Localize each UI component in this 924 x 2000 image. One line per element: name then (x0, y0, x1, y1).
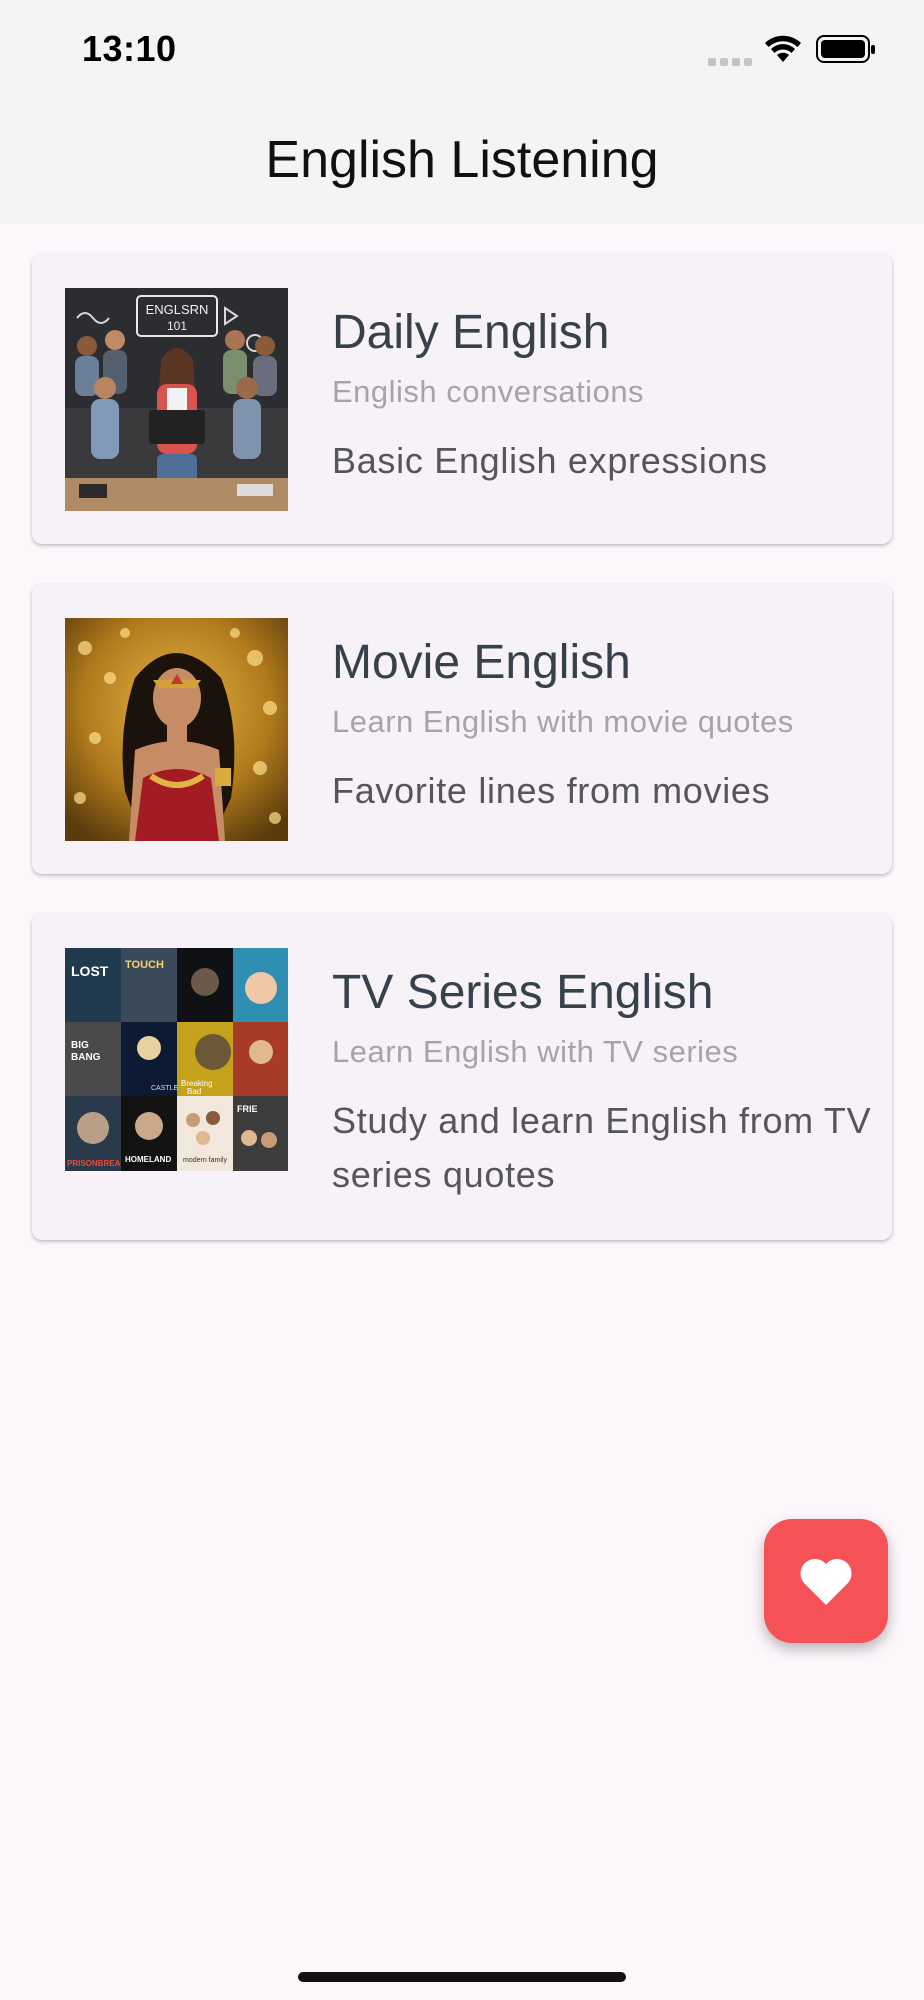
svg-text:FRIE: FRIE (237, 1104, 258, 1114)
status-bar: 13:10 (0, 0, 924, 100)
battery-icon (816, 35, 875, 63)
svg-text:Bad: Bad (187, 1087, 201, 1096)
card-title: Movie English (332, 636, 631, 689)
svg-text:PRISONBREAK: PRISONBREAK (67, 1159, 126, 1168)
card-subtitle: English conversations (332, 374, 645, 409)
heart-icon (800, 1558, 852, 1605)
svg-text:BANG: BANG (71, 1052, 101, 1063)
card-description: Basic English expressions (332, 440, 768, 481)
svg-text:101: 101 (167, 319, 187, 333)
category-card-tv-series-english[interactable]: LOST TOUCH BIG BANG Breaking Bad CASTLE (32, 914, 892, 1240)
svg-text:TOUCH: TOUCH (125, 959, 164, 971)
movie-heroine-image (65, 618, 288, 841)
app-bar: English Listening (0, 100, 924, 224)
card-subtitle: Learn English with movie quotes (332, 704, 794, 739)
category-list: ENGLSRN 101 Daily English English conver… (0, 224, 924, 2000)
card-subtitle: Learn English with TV series (332, 1034, 739, 1069)
card-text: TV Series English Learn English with TV … (332, 964, 872, 1202)
svg-text:CASTLE: CASTLE (151, 1085, 179, 1092)
wifi-icon (765, 35, 801, 62)
card-text: Daily English English conversations Basi… (332, 304, 872, 488)
status-icons (706, 32, 876, 72)
daily-english-classroom-image: ENGLSRN 101 (65, 288, 288, 511)
card-title: Daily English (332, 306, 610, 359)
card-title: TV Series English (332, 966, 714, 1019)
page-title: English Listening (265, 131, 659, 189)
category-card-daily-english[interactable]: ENGLSRN 101 Daily English English conver… (32, 254, 892, 544)
svg-text:BIG: BIG (71, 1040, 89, 1051)
category-card-movie-english[interactable]: Movie English Learn English with movie q… (32, 584, 892, 874)
svg-text:modern family: modern family (183, 1157, 227, 1164)
svg-text:LOST: LOST (71, 963, 109, 979)
favorites-fab-button[interactable] (764, 1519, 888, 1643)
card-description: Study and learn English from TV series q… (332, 1100, 872, 1195)
svg-text:HOMELAND: HOMELAND (125, 1155, 171, 1164)
status-time: 13:10 (82, 28, 177, 69)
card-description: Favorite lines from movies (332, 770, 771, 811)
card-text: Movie English Learn English with movie q… (332, 634, 872, 818)
signal-icon (708, 58, 752, 66)
image-chalk-text: ENGLSRN (146, 302, 209, 317)
home-indicator (298, 1972, 626, 1982)
tv-series-posters-collage-image: LOST TOUCH BIG BANG Breaking Bad CASTLE (65, 948, 288, 1171)
